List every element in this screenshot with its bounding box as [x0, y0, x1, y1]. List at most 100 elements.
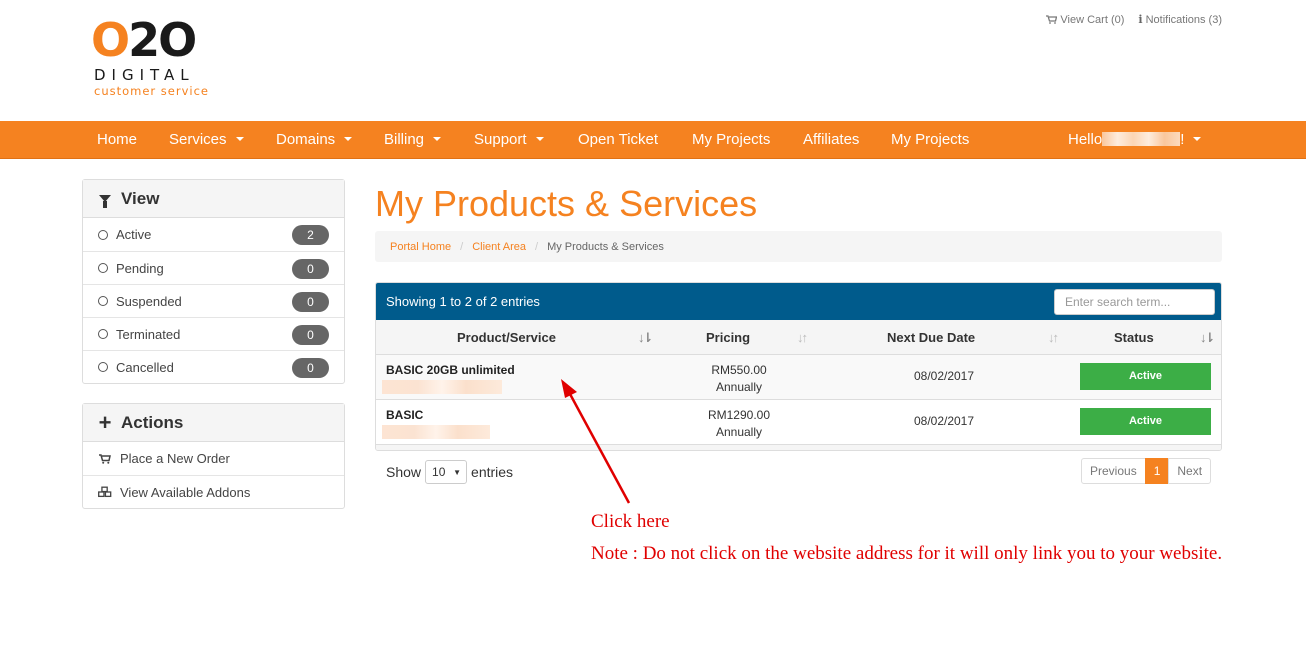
column-product-service[interactable]: Product/Service [457, 320, 556, 355]
nav-open-ticket[interactable]: Open Ticket [578, 121, 658, 159]
column-pricing[interactable]: Pricing [706, 320, 750, 355]
filter-icon [99, 195, 111, 208]
breadcrumb-separator: / [535, 240, 539, 253]
plus-icon: + [98, 409, 112, 435]
page-title: My Products & Services [375, 183, 758, 224]
breadcrumb-portal-home[interactable]: Portal Home [390, 241, 451, 253]
filter-terminated[interactable]: Terminated 0 [83, 317, 344, 350]
chevron-down-icon [1193, 137, 1202, 142]
view-cart-link[interactable]: View Cart (0) [1046, 13, 1124, 26]
status-badge: Active [1080, 408, 1211, 435]
nav-billing[interactable]: Billing [384, 121, 442, 159]
info-icon: i [1138, 13, 1143, 26]
chevron-down-icon [535, 137, 544, 142]
notifications-link[interactable]: i Notifications (3) [1138, 13, 1222, 26]
sort-desc-icon[interactable]: ↓⇂ [638, 320, 653, 355]
action-label: View Available Addons [120, 484, 251, 500]
radio-icon [98, 329, 108, 339]
due-date: 08/02/2017 [913, 369, 975, 383]
dropdown-arrow-icon: ▼ [453, 467, 462, 477]
page-1-button[interactable]: 1 [1144, 458, 1170, 484]
action-label: Place a New Order [120, 451, 230, 466]
column-status[interactable]: Status [1114, 320, 1154, 355]
actions-panel-title: Actions [121, 412, 184, 432]
breadcrumb-client-area[interactable]: Client Area [472, 241, 526, 253]
filter-label: Active [116, 227, 152, 242]
annotation-note: Note : Do not click on the website addre… [591, 543, 1223, 564]
chevron-down-icon [344, 137, 353, 142]
filter-label: Terminated [116, 326, 181, 342]
sort-icon[interactable]: ↓↑ [1048, 320, 1059, 355]
logo-tagline: customer service [94, 84, 210, 98]
count-badge: 0 [292, 325, 329, 345]
next-page-button[interactable]: Next [1168, 458, 1212, 484]
nav-support[interactable]: Support [474, 121, 544, 159]
chevron-down-icon [433, 137, 442, 142]
pagination: Previous 1 Next [1081, 458, 1212, 484]
status-badge: Active [1080, 363, 1211, 390]
billing-cycle: Annually [715, 380, 763, 394]
nav-home[interactable]: Home [97, 121, 137, 159]
view-addons-link[interactable]: View Available Addons [83, 475, 344, 508]
radio-icon [98, 362, 108, 372]
breadcrumb: Portal Home / Client Area / My Products … [375, 231, 1222, 262]
due-date: 08/02/2017 [913, 414, 975, 428]
cubes-icon [98, 486, 112, 498]
previous-page-button[interactable]: Previous [1081, 458, 1146, 484]
notifications-label: Notifications (3) [1145, 13, 1222, 26]
breadcrumb-separator: / [460, 240, 464, 253]
pricing-cell: RM1290.00 Annually [674, 407, 804, 441]
actions-panel-header: + Actions [83, 404, 344, 442]
sort-icon[interactable]: ↓↑ [797, 320, 808, 355]
view-cart-label: View Cart (0) [1060, 13, 1125, 26]
logo-wordmark: O2O [91, 13, 197, 67]
top-links: View Cart (0) i Notifications (3) [1046, 13, 1222, 26]
product-cell: BASIC 20GB unlimited [382, 363, 515, 394]
page-length-control: Show 10 ▼ entries [386, 460, 513, 484]
sort-desc-icon[interactable]: ↓⇂ [1200, 320, 1215, 355]
annotation-click-here: Click here [591, 511, 670, 532]
nav-services[interactable]: Services [169, 121, 244, 159]
nav-domains[interactable]: Domains [276, 121, 353, 159]
filter-suspended[interactable]: Suspended 0 [83, 284, 344, 317]
table-toolbar: Showing 1 to 2 of 2 entries [376, 283, 1221, 320]
nav-affiliates[interactable]: Affiliates [803, 121, 859, 159]
filter-label: Cancelled [116, 359, 174, 375]
filter-active[interactable]: Active 2 [83, 218, 344, 251]
filter-pending[interactable]: Pending 0 [83, 251, 344, 284]
product-cell: BASIC [382, 408, 490, 439]
services-table: Showing 1 to 2 of 2 entries Product/Serv… [375, 282, 1222, 451]
table-info: Showing 1 to 2 of 2 entries [386, 294, 540, 309]
table-search-input[interactable] [1054, 289, 1215, 315]
price-amount: RM550.00 [711, 363, 767, 377]
filter-label: Suspended [116, 293, 182, 309]
page-length-select[interactable]: 10 ▼ [425, 460, 468, 484]
count-badge: 0 [292, 259, 329, 279]
entries-label: entries [471, 464, 514, 480]
nav-my-projects[interactable]: My Projects [692, 121, 770, 159]
filter-cancelled[interactable]: Cancelled 0 [83, 350, 344, 383]
logo-digital-text: DIGITAL [94, 66, 195, 84]
count-badge: 0 [292, 292, 329, 312]
product-name: BASIC 20GB unlimited [386, 363, 515, 377]
chevron-down-icon [235, 137, 244, 142]
count-badge: 0 [292, 358, 329, 378]
o2o-digital-logo[interactable]: O2O DIGITAL customer service [91, 16, 221, 106]
site-header: O2O DIGITAL customer service View Cart (… [0, 0, 1306, 121]
radio-icon [98, 296, 108, 306]
redacted-domain [382, 425, 490, 439]
radio-icon [98, 229, 108, 240]
nav-user-menu[interactable]: Hello! [1068, 121, 1202, 159]
pricing-cell: RM550.00 Annually [674, 362, 804, 396]
place-new-order-link[interactable]: Place a New Order [83, 442, 344, 475]
radio-icon [98, 263, 108, 273]
product-name: BASIC [386, 408, 424, 422]
page-length-value: 10 [432, 465, 446, 479]
column-next-due-date[interactable]: Next Due Date [887, 320, 975, 355]
table-row[interactable]: BASIC RM1290.00 Annually 08/02/2017 Acti… [376, 400, 1221, 445]
redacted-domain [382, 380, 502, 394]
main-nav: Home Services Domains Billing Support Op… [0, 121, 1306, 159]
cart-icon [99, 453, 111, 464]
nav-my-projects-2[interactable]: My Projects [891, 121, 969, 159]
table-row[interactable]: BASIC 20GB unlimited RM550.00 Annually 0… [376, 355, 1221, 400]
